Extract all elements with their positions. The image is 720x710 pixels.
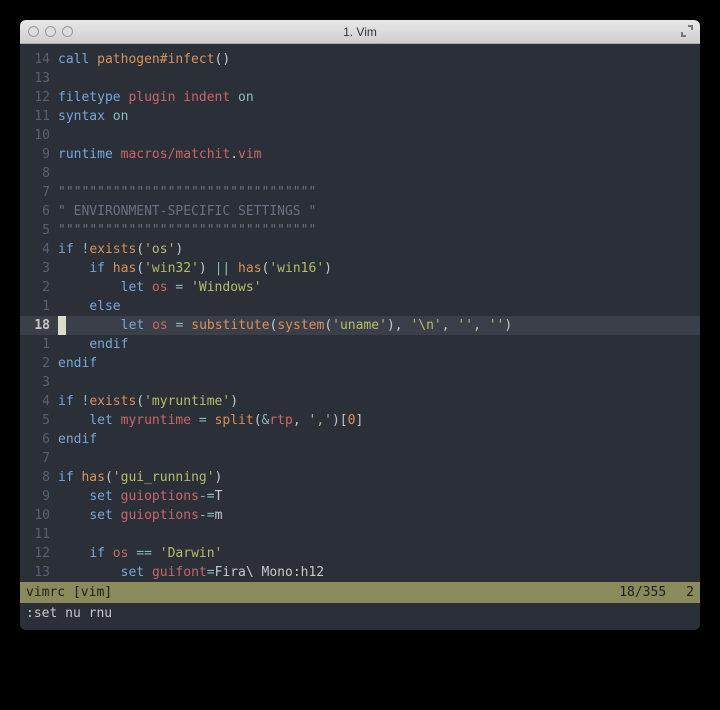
window-title: 1. Vim <box>20 25 700 39</box>
code-content: endif <box>58 430 700 449</box>
code-line[interactable]: 3 if has('win32') || has('win16') <box>20 259 700 278</box>
code-line[interactable]: 1 else <box>20 297 700 316</box>
code-content: if !exists('os') <box>58 240 700 259</box>
line-number: 12 <box>20 88 58 107</box>
code-content: endif <box>58 354 700 373</box>
code-line[interactable]: 13 set guifont=Fira\ Mono:h12 <box>20 563 700 582</box>
code-content: set guifont=Fira\ Mono:h12 <box>58 563 700 582</box>
minimize-icon[interactable] <box>45 26 56 37</box>
code-content: if has('gui_running') <box>58 468 700 487</box>
code-content: if !exists('myruntime') <box>58 392 700 411</box>
code-content: set guioptions-=m <box>58 506 700 525</box>
code-line[interactable]: 3 <box>20 373 700 392</box>
line-number: 8 <box>20 468 58 487</box>
status-column: 2 <box>686 584 694 601</box>
line-number: 10 <box>20 506 58 525</box>
code-content: runtime macros/matchit.vim <box>58 145 700 164</box>
vim-window: 1. Vim 14call pathogen#infect()1312filet… <box>20 20 700 630</box>
line-number: 9 <box>20 487 58 506</box>
code-content <box>58 373 700 392</box>
editor-area[interactable]: 14call pathogen#infect()1312filetype plu… <box>20 44 700 582</box>
code-content: """"""""""""""""""""""""""""""""" <box>58 183 700 202</box>
code-line[interactable]: 9runtime macros/matchit.vim <box>20 145 700 164</box>
code-content: endif <box>58 335 700 354</box>
code-line[interactable]: 1 endif <box>20 335 700 354</box>
line-number: 6 <box>20 430 58 449</box>
line-number: 8 <box>20 164 58 183</box>
code-line[interactable]: 18 let os = substitute(system('uname'), … <box>20 316 700 335</box>
line-number: 3 <box>20 373 58 392</box>
code-line[interactable]: 4if !exists('myruntime') <box>20 392 700 411</box>
command-line[interactable]: :set nu rnu <box>20 603 700 630</box>
code-line[interactable]: 10 <box>20 126 700 145</box>
line-number: 12 <box>20 544 58 563</box>
titlebar[interactable]: 1. Vim <box>20 20 700 44</box>
code-line[interactable]: 2endif <box>20 354 700 373</box>
code-content: let myruntime = split(&rtp, ',')[0] <box>58 411 700 430</box>
code-content: if has('win32') || has('win16') <box>58 259 700 278</box>
code-content <box>58 449 700 468</box>
line-number: 11 <box>20 107 58 126</box>
code-line[interactable]: 7""""""""""""""""""""""""""""""""" <box>20 183 700 202</box>
code-line[interactable]: 2 let os = 'Windows' <box>20 278 700 297</box>
line-number: 10 <box>20 126 58 145</box>
line-number: 5 <box>20 411 58 430</box>
line-number: 1 <box>20 297 58 316</box>
code-content <box>58 525 700 544</box>
line-number: 7 <box>20 449 58 468</box>
code-line[interactable]: 13 <box>20 69 700 88</box>
code-content <box>58 126 700 145</box>
code-line[interactable]: 12 if os == 'Darwin' <box>20 544 700 563</box>
line-number: 2 <box>20 354 58 373</box>
line-number: 13 <box>20 69 58 88</box>
code-content: else <box>58 297 700 316</box>
line-number: 4 <box>20 392 58 411</box>
code-content: set guioptions-=T <box>58 487 700 506</box>
code-content: syntax on <box>58 107 700 126</box>
code-line[interactable]: 8if has('gui_running') <box>20 468 700 487</box>
line-number: 4 <box>20 240 58 259</box>
line-number: 11 <box>20 525 58 544</box>
cursor <box>58 316 66 335</box>
line-number: 13 <box>20 563 58 582</box>
line-number: 3 <box>20 259 58 278</box>
line-number: 2 <box>20 278 58 297</box>
code-line[interactable]: 11syntax on <box>20 107 700 126</box>
code-line[interactable]: 9 set guioptions-=T <box>20 487 700 506</box>
code-content: """"""""""""""""""""""""""""""""" <box>58 221 700 240</box>
code-content: if os == 'Darwin' <box>58 544 700 563</box>
line-number: 5 <box>20 221 58 240</box>
code-line[interactable]: 12filetype plugin indent on <box>20 88 700 107</box>
status-position: 18/355 <box>619 584 666 601</box>
line-number: 1 <box>20 335 58 354</box>
code-line[interactable]: 8 <box>20 164 700 183</box>
status-filename: vimrc [vim] <box>26 584 619 601</box>
line-number: 14 <box>20 50 58 69</box>
code-line[interactable]: 6endif <box>20 430 700 449</box>
line-number: 18 <box>20 316 58 335</box>
traffic-lights <box>28 26 73 37</box>
code-content <box>58 164 700 183</box>
code-line[interactable]: 4if !exists('os') <box>20 240 700 259</box>
close-icon[interactable] <box>28 26 39 37</box>
line-number: 9 <box>20 145 58 164</box>
status-bar: vimrc [vim] 18/355 2 <box>20 582 700 603</box>
code-line[interactable]: 6" ENVIRONMENT-SPECIFIC SETTINGS " <box>20 202 700 221</box>
code-line[interactable]: 14call pathogen#infect() <box>20 50 700 69</box>
line-number: 7 <box>20 183 58 202</box>
code-content: " ENVIRONMENT-SPECIFIC SETTINGS " <box>58 202 700 221</box>
zoom-icon[interactable] <box>62 26 73 37</box>
maximize-icon[interactable] <box>680 24 694 38</box>
line-number: 6 <box>20 202 58 221</box>
code-content: let os = 'Windows' <box>58 278 700 297</box>
code-content: call pathogen#infect() <box>58 50 700 69</box>
code-line[interactable]: 5 let myruntime = split(&rtp, ',')[0] <box>20 411 700 430</box>
code-line[interactable]: 5""""""""""""""""""""""""""""""""" <box>20 221 700 240</box>
code-line[interactable]: 11 <box>20 525 700 544</box>
code-content <box>58 69 700 88</box>
code-line[interactable]: 7 <box>20 449 700 468</box>
code-content: filetype plugin indent on <box>58 88 700 107</box>
code-line[interactable]: 10 set guioptions-=m <box>20 506 700 525</box>
code-content: let os = substitute(system('uname'), '\n… <box>58 316 700 335</box>
